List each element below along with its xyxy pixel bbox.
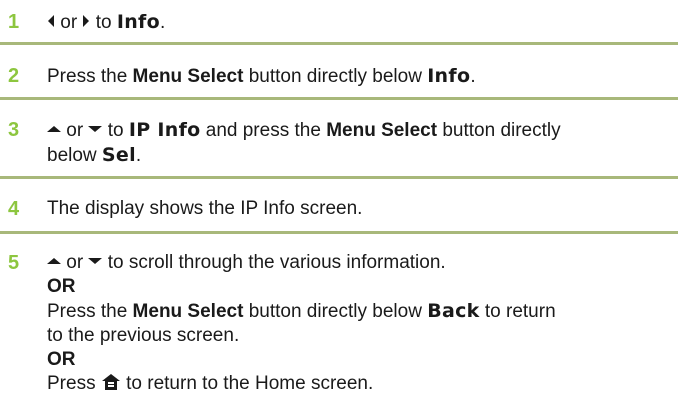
- bold-term: Menu Select: [132, 301, 244, 322]
- or-label: OR: [47, 349, 76, 370]
- step-text: The display shows the IP Info screen.: [47, 198, 363, 219]
- display-label: Back: [427, 300, 480, 322]
- step-number: 4: [8, 198, 20, 220]
- divider: [0, 231, 678, 234]
- up-arrow-icon: [47, 125, 61, 132]
- display-label: Sel: [101, 144, 136, 166]
- step-number: 3: [8, 119, 20, 141]
- step-text: or to scroll through the various informa…: [47, 251, 672, 396]
- divider: [0, 176, 678, 179]
- step-text: or to IP Info and press the Menu Select …: [47, 119, 561, 166]
- right-arrow-icon: [83, 14, 90, 27]
- divider: [0, 42, 678, 45]
- bold-term: Menu Select: [326, 120, 438, 141]
- step-number: 5: [8, 252, 20, 274]
- step-number: 1: [8, 11, 20, 33]
- display-label: Info: [427, 65, 471, 87]
- step-text: or to Info.: [47, 10, 672, 35]
- down-arrow-icon: [88, 257, 103, 264]
- home-icon: [101, 373, 120, 390]
- step-number: 2: [8, 65, 20, 87]
- step-text: Press the Menu Select button directly be…: [47, 65, 476, 87]
- or-label: OR: [47, 276, 76, 297]
- up-arrow-icon: [47, 257, 61, 264]
- left-arrow-icon: [48, 14, 54, 27]
- divider: [0, 97, 678, 100]
- bold-term: Menu Select: [132, 66, 244, 87]
- down-arrow-icon: [88, 125, 103, 132]
- display-label: IP Info: [128, 119, 201, 141]
- display-label: Info: [116, 11, 160, 33]
